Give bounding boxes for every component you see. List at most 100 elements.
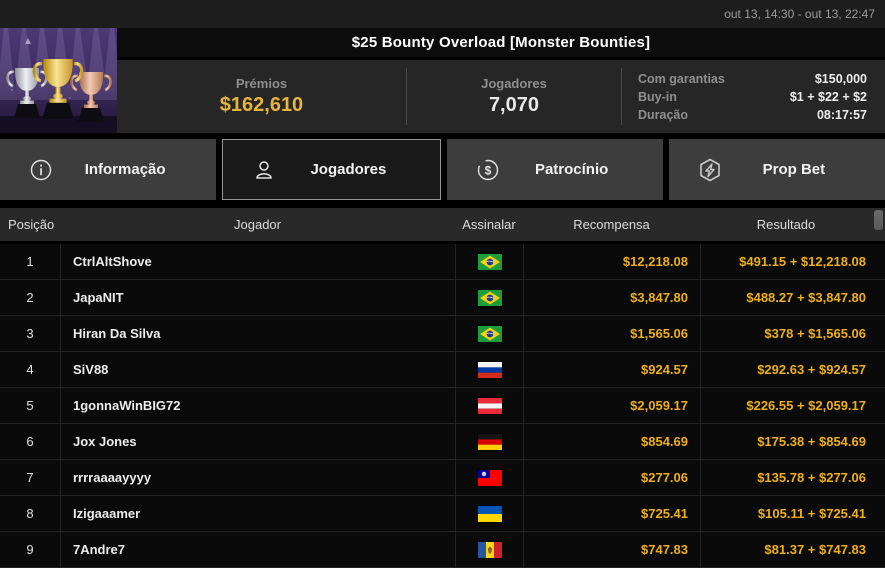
- prizes-label: Prémios: [235, 76, 288, 91]
- trophies-graphic: [0, 28, 122, 133]
- row-spacer: [872, 316, 885, 351]
- flag-cell: [455, 460, 523, 495]
- guarantee-row: Com garantias $150,000: [638, 72, 867, 86]
- row-spacer: [872, 244, 885, 279]
- result-value: $378 + $1,565.06: [700, 316, 872, 351]
- position-cell: 9: [26, 542, 34, 557]
- reward-value: $854.69: [523, 424, 700, 459]
- position-cell: 8: [26, 506, 34, 521]
- info-icon: [28, 157, 54, 183]
- column-header-reward: Recompensa: [573, 217, 650, 232]
- row-spacer: [872, 424, 885, 459]
- table-row[interactable]: 4 SiV88 $924.57 $292.63 + $924.57: [0, 352, 885, 388]
- flag-germany: [476, 432, 503, 451]
- guarantee-value: $150,000: [814, 71, 867, 86]
- buyin-label: Buy-in: [638, 89, 677, 104]
- svg-text:$: $: [484, 163, 491, 177]
- row-spacer: [872, 388, 885, 423]
- player-name: 7Andre7: [60, 532, 455, 567]
- player-name: SiV88: [60, 352, 455, 387]
- buyin-row: Buy-in $1 + $22 + $2: [638, 90, 867, 104]
- reward-value: $725.41: [523, 496, 700, 531]
- result-value: $105.11 + $725.41: [700, 496, 872, 531]
- flag-cell: [455, 388, 523, 423]
- duration-value: 08:17:57: [816, 107, 867, 122]
- tab-informacao[interactable]: Informação: [0, 139, 217, 200]
- trophies-image: [0, 28, 122, 133]
- tournament-schedule: out 13, 14:30 - out 13, 22:47: [724, 7, 875, 21]
- top-bar: out 13, 14:30 - out 13, 22:47: [0, 0, 885, 28]
- table-body: 1 CtrlAltShove $12,218.08 $491.15 + $12,…: [0, 244, 885, 568]
- table-row[interactable]: 5 1gonnaWinBIG72 $2,059.17 $226.55 + $2,…: [0, 388, 885, 424]
- tab-prop-bet[interactable]: Prop Bet: [668, 139, 885, 200]
- table-row[interactable]: 2 JapaNIT $3,847.80 $488.27 + $3,847.80: [0, 280, 885, 316]
- column-header-result: Resultado: [756, 217, 816, 232]
- prizes-value: $162,610: [219, 94, 304, 116]
- person-icon: [251, 157, 277, 183]
- player-name: Izigaaamer: [60, 496, 455, 531]
- buyin-value: $1 + $22 + $2: [789, 89, 867, 104]
- flag-cell: [455, 496, 523, 531]
- result-value: $175.38 + $854.69: [700, 424, 872, 459]
- row-spacer: [872, 352, 885, 387]
- flag-brazil: [476, 288, 503, 307]
- column-header-player: Jogador: [234, 217, 281, 232]
- flag-brazil: [476, 252, 503, 271]
- column-header-flag: Assinalar: [462, 217, 516, 232]
- row-spacer: [872, 532, 885, 567]
- result-value: $81.37 + $747.83: [700, 532, 872, 567]
- position-cell: 2: [26, 290, 34, 305]
- tab-label: Prop Bet: [762, 161, 826, 178]
- result-value: $488.27 + $3,847.80: [700, 280, 872, 315]
- flag-moldova: [476, 540, 503, 559]
- position-cell: 1: [26, 254, 34, 269]
- duration-label: Duração: [638, 107, 689, 122]
- flag-russia: [476, 360, 503, 379]
- players-value: 7,070: [488, 94, 539, 116]
- dollar-circle-icon: $: [475, 157, 501, 183]
- scrollbar-thumb[interactable]: [874, 210, 883, 230]
- tab-bar: Informação Jogadores $ Patrocínio Prop B…: [0, 139, 885, 200]
- tab-label: Jogadores: [310, 161, 387, 178]
- table-row[interactable]: 6 Jox Jones $854.69 $175.38 + $854.69: [0, 424, 885, 460]
- flag-austria: [476, 396, 503, 415]
- flag-cell: [455, 316, 523, 351]
- result-value: $135.78 + $277.06: [700, 460, 872, 495]
- table-row[interactable]: 7 rrrraaaayyyy $277.06 $135.78 + $277.06: [0, 460, 885, 496]
- tournament-header: $25 Bounty Overload [Monster Bounties] P…: [0, 28, 885, 133]
- reward-value: $1,565.06: [523, 316, 700, 351]
- table-row[interactable]: 9 7Andre7 $747.83 $81.37 + $747.83: [0, 532, 885, 568]
- player-name: CtrlAltShove: [60, 244, 455, 279]
- position-cell: 6: [26, 434, 34, 449]
- flag-taiwan: [476, 468, 503, 487]
- result-value: $292.63 + $924.57: [700, 352, 872, 387]
- flag-cell: [455, 352, 523, 387]
- reward-value: $747.83: [523, 532, 700, 567]
- result-value: $226.55 + $2,059.17: [700, 388, 872, 423]
- prizes-stat: Prémios $162,610: [117, 60, 406, 133]
- position-cell: 7: [26, 470, 34, 485]
- player-name: Hiran Da Silva: [60, 316, 455, 351]
- tab-patrocinio[interactable]: $ Patrocínio: [446, 139, 663, 200]
- reward-value: $3,847.80: [523, 280, 700, 315]
- tab-jogadores[interactable]: Jogadores: [222, 139, 441, 200]
- flag-cell: [455, 424, 523, 459]
- tab-label: Patrocínio: [534, 161, 609, 178]
- player-name: Jox Jones: [60, 424, 455, 459]
- reward-value: $924.57: [523, 352, 700, 387]
- table-row[interactable]: 1 CtrlAltShove $12,218.08 $491.15 + $12,…: [0, 244, 885, 280]
- details-panel: Com garantias $150,000 Buy-in $1 + $22 +…: [622, 68, 885, 125]
- reward-value: $277.06: [523, 460, 700, 495]
- players-stat: Jogadores 7,070: [407, 60, 621, 133]
- table-row[interactable]: 3 Hiran Da Silva $1,565.06 $378 + $1,565…: [0, 316, 885, 352]
- table-row[interactable]: 8 Izigaaamer $725.41 $105.11 + $725.41: [0, 496, 885, 532]
- position-cell: 4: [26, 362, 34, 377]
- player-name: JapaNIT: [60, 280, 455, 315]
- flag-cell: [455, 280, 523, 315]
- row-spacer: [872, 460, 885, 495]
- position-cell: 3: [26, 326, 34, 341]
- guarantee-label: Com garantias: [638, 71, 725, 86]
- reward-value: $2,059.17: [523, 388, 700, 423]
- players-label: Jogadores: [481, 76, 547, 91]
- prop-bet-icon: [697, 157, 723, 183]
